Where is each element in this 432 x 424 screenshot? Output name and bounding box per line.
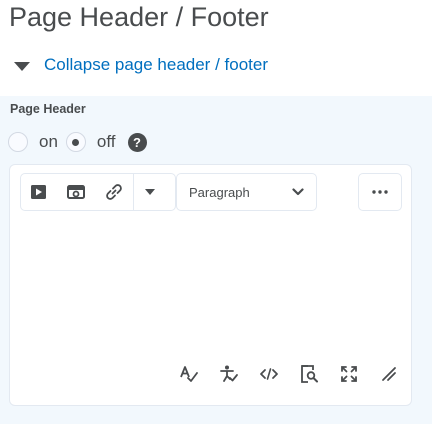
insert-link-button[interactable] — [95, 174, 133, 210]
resize-icon — [380, 365, 398, 383]
collapse-header-footer-link[interactable]: Collapse page header / footer — [44, 55, 268, 75]
chevron-down-icon — [292, 188, 304, 196]
page-header-label: Page Header — [10, 102, 86, 116]
help-icon[interactable]: ? — [127, 132, 147, 152]
radio-off-label: off — [96, 132, 116, 151]
editor-content-area[interactable] — [20, 217, 400, 352]
radio-selected-dot — [72, 138, 80, 146]
block-format-value: Paragraph — [189, 184, 250, 200]
source-code-icon — [259, 367, 279, 381]
page-header-panel: Page Header on off ? Paragraph — [0, 96, 432, 424]
image-icon — [66, 184, 86, 200]
collapse-header-footer-toggle[interactable]: Collapse page header / footer — [14, 54, 268, 76]
block-format-select[interactable]: Paragraph — [176, 173, 317, 211]
source-code-button[interactable] — [256, 361, 282, 387]
insert-toolbar-group — [20, 173, 176, 211]
fullscreen-icon — [340, 365, 358, 383]
preview-icon — [299, 364, 319, 384]
editor-status-toolbar — [176, 361, 402, 387]
page-title: Page Header / Footer — [9, 2, 269, 32]
resize-handle[interactable] — [376, 361, 402, 387]
page-header-toggle-group: on off ? — [8, 130, 147, 154]
caret-down-icon — [14, 61, 30, 71]
radio-on[interactable] — [8, 132, 28, 152]
spellcheck-button[interactable] — [176, 361, 202, 387]
radio-on-label: on — [39, 132, 58, 151]
spellcheck-icon — [179, 364, 199, 384]
accessibility-check-icon — [219, 364, 239, 384]
rich-text-editor: Paragraph — [9, 164, 412, 406]
preview-button[interactable] — [296, 361, 322, 387]
dropdown-caret-icon — [144, 188, 156, 196]
insert-image-button[interactable] — [57, 174, 95, 210]
more-actions-button[interactable] — [358, 173, 402, 211]
insert-more-dropdown[interactable] — [134, 174, 166, 210]
video-icon — [30, 184, 48, 200]
ellipsis-icon — [371, 190, 389, 194]
radio-off[interactable] — [65, 132, 86, 152]
accessibility-checker-button[interactable] — [216, 361, 242, 387]
fullscreen-button[interactable] — [336, 361, 362, 387]
link-icon — [104, 182, 124, 202]
insert-video-button[interactable] — [21, 174, 57, 210]
